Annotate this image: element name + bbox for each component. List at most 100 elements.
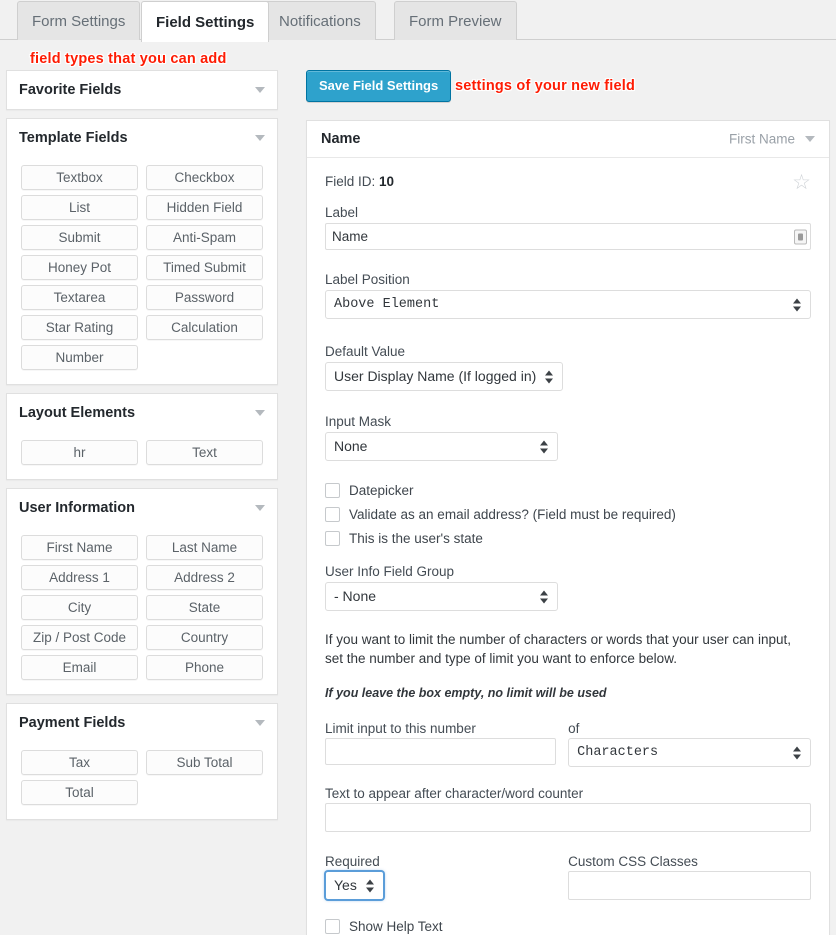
datepicker-label: Datepicker [349,483,414,498]
field-type-button[interactable]: Timed Submit [146,255,263,280]
field-type-button[interactable]: Hidden Field [146,195,263,220]
chevron-down-icon[interactable] [255,720,265,726]
limit-number-group: Limit input to this number [325,721,557,772]
limit-of-select[interactable]: Characters [568,738,811,767]
field-id-text: Field ID: 10 [325,174,811,189]
counter-text-input[interactable] [325,803,811,832]
label-input[interactable] [325,223,811,250]
field-type-button[interactable]: First Name [21,535,138,560]
custom-css-input[interactable] [568,871,811,900]
panel-header-favorite-fields[interactable]: Favorite Fields [7,71,277,109]
field-type-button[interactable]: Address 2 [146,565,263,590]
default-value-select[interactable]: User Display Name (If logged in) [325,362,564,391]
field-name-title: Name [321,131,361,147]
label-position-caption: Label Position [325,272,410,287]
updown-arrows-icon [793,745,802,760]
field-type-button[interactable]: State [146,595,263,620]
chevron-down-icon[interactable] [255,135,265,141]
label-caption: Label [325,205,359,220]
user-info-group-value: - None [334,588,377,604]
tab-form-settings[interactable]: Form Settings [17,1,141,40]
panel-title: Layout Elements [19,405,136,421]
panel-body-template-fields: Textbox Checkbox List Hidden Field Submit Ant… [7,157,277,384]
field-type-button[interactable]: Phone [146,655,263,680]
field-type-button[interactable]: Honey Pot [21,255,138,280]
input-mask-caption: Input Mask [325,414,392,429]
page-root: Form Settings Field Settings Notificatio… [0,0,836,935]
show-help-text-label: Show Help Text [349,919,443,934]
field-type-button[interactable]: Zip / Post Code [21,625,138,650]
field-type-button[interactable]: City [21,595,138,620]
field-type-button[interactable]: Textbox [21,165,138,190]
validate-email-checkbox[interactable] [325,507,340,522]
required-css-row: Required Yes Custom CSS Classes [325,854,811,905]
panel-title: Payment Fields [19,715,126,731]
chevron-down-icon[interactable] [805,136,815,142]
field-type-button[interactable]: List [21,195,138,220]
panel-body-payment-fields: Tax Sub Total Total [7,742,277,819]
datepicker-checkbox-row[interactable]: Datepicker [325,483,811,498]
panel-payment-fields: Payment Fields Tax Sub Total Total [6,703,278,820]
save-field-settings-button[interactable]: Save Field Settings [306,70,452,102]
field-type-button[interactable]: Calculation [146,315,263,340]
datepicker-checkbox[interactable] [325,483,340,498]
field-settings-panel: Name First Name ☆ Field ID: 10 Label Lab… [306,120,830,935]
panel-header-template-fields[interactable]: Template Fields [7,119,277,157]
field-type-button[interactable]: Country [146,625,263,650]
validate-email-checkbox-row[interactable]: Validate as an email address? (Field mus… [325,507,811,522]
tab-label: Form Preview [409,12,502,30]
panel-title: Favorite Fields [19,82,122,98]
field-panel-header[interactable]: Name First Name [307,121,829,158]
user-state-checkbox[interactable] [325,531,340,546]
tab-notifications[interactable]: Notifications [264,1,376,40]
field-type-button[interactable]: Textarea [21,285,138,310]
counter-text-caption: Text to appear after character/word coun… [325,786,584,801]
field-type-button[interactable]: Address 1 [21,565,138,590]
field-type-button[interactable]: Total [21,780,138,805]
tab-label: Notifications [279,12,361,30]
required-select[interactable]: Yes [325,871,384,900]
limit-number-input[interactable] [325,738,557,765]
panel-header-payment-fields[interactable]: Payment Fields [7,704,277,742]
panel-header-user-information[interactable]: User Information [7,489,277,527]
field-button-grid: Textbox Checkbox List Hidden Field Submit Ant… [21,165,263,370]
field-type-button[interactable]: Last Name [146,535,263,560]
label-position-select[interactable]: Above Element [325,290,811,319]
field-type-button[interactable]: Number [21,345,138,370]
resize-grip-icon[interactable] [794,229,807,244]
chevron-down-icon[interactable] [255,87,265,93]
tab-form-preview[interactable]: Form Preview [394,1,517,40]
panel-header-layout-elements[interactable]: Layout Elements [7,394,277,432]
field-type-button[interactable]: Email [21,655,138,680]
limit-of-caption: of [568,721,580,736]
field-type-button[interactable]: Text [146,440,263,465]
field-type-button[interactable]: Checkbox [146,165,263,190]
user-info-group-caption: User Info Field Group [325,564,455,579]
field-panel-body: ☆ Field ID: 10 Label Label Position Abov… [307,158,829,935]
user-state-checkbox-row[interactable]: This is the user's state [325,531,811,546]
limit-of-group: of Characters [568,721,811,772]
field-settings-main: Save Field Settings Name First Name ☆ Fi… [306,70,830,935]
tab-field-settings[interactable]: Field Settings [141,1,270,42]
field-type-button[interactable]: Star Rating [21,315,138,340]
limit-help-italic: If you leave the box empty, no limit wil… [325,686,607,700]
star-outline-icon[interactable]: ☆ [792,172,811,193]
field-type-button[interactable]: Sub Total [146,750,263,775]
field-type-button[interactable]: Anti-Spam [146,225,263,250]
chevron-down-icon[interactable] [255,410,265,416]
field-button-grid: First Name Last Name Address 1 Address 2 Cit… [21,535,263,680]
updown-arrows-icon [793,297,802,312]
field-type-button[interactable]: Tax [21,750,138,775]
field-button-grid: Tax Sub Total Total [21,750,263,805]
panel-template-fields: Template Fields Textbox Checkbox List Hidde… [6,118,278,385]
field-type-button[interactable]: hr [21,440,138,465]
input-mask-select[interactable]: None [325,432,558,461]
show-help-text-row[interactable]: Show Help Text [325,919,811,934]
panel-title: Template Fields [19,130,128,146]
panel-favorite-fields: Favorite Fields [6,70,278,110]
field-type-button[interactable]: Submit [21,225,138,250]
field-type-button[interactable]: Password [146,285,263,310]
user-info-group-select[interactable]: - None [325,582,558,611]
chevron-down-icon[interactable] [255,505,265,511]
show-help-text-checkbox[interactable] [325,919,340,934]
